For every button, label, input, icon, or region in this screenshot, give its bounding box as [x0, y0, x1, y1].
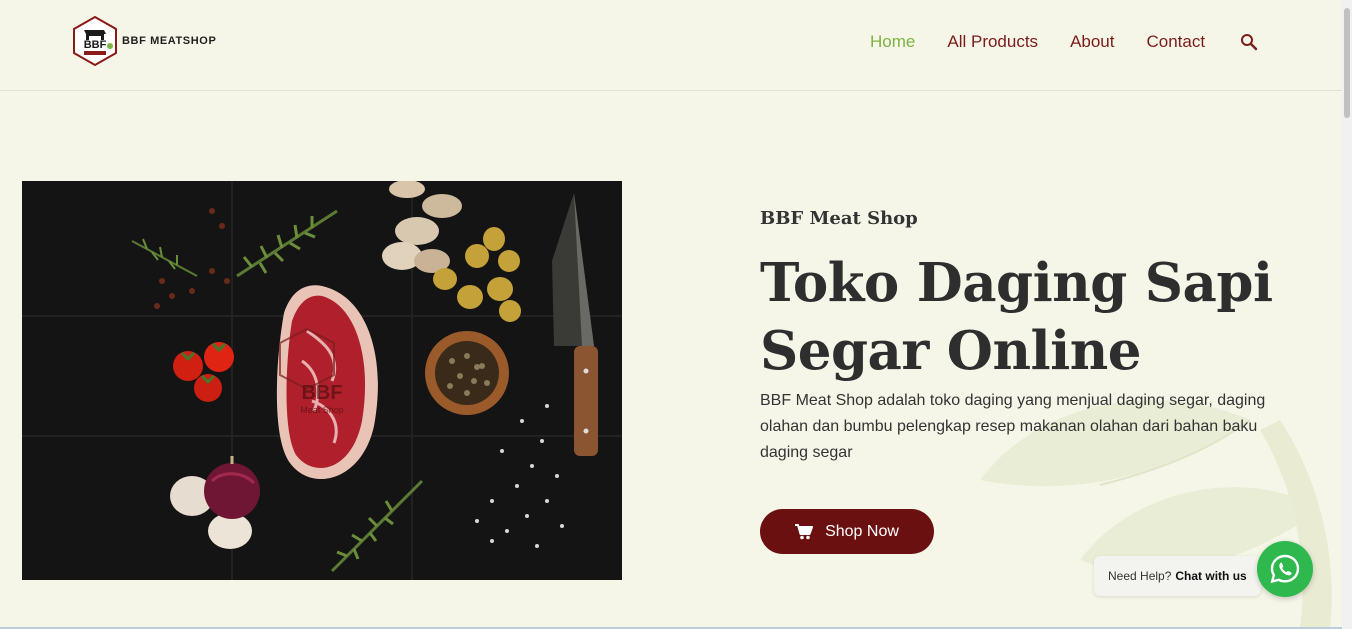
- whatsapp-icon: [1270, 554, 1300, 584]
- nav-all-products[interactable]: All Products: [947, 32, 1038, 52]
- chat-help-action: Chat with us: [1175, 569, 1247, 583]
- hero-description: BBF Meat Shop adalah toko daging yang me…: [760, 392, 1266, 461]
- chat-help-prefix: Need Help?: [1108, 569, 1172, 583]
- hero-title: Toko Daging Sapi Segar Online: [760, 252, 1273, 382]
- shop-now-button[interactable]: Shop Now: [760, 509, 934, 554]
- cart-icon: [795, 523, 814, 539]
- logo-badge-icon: BBF: [73, 16, 117, 66]
- site-header: BBF BBF MEATSHOP Home All Products About…: [0, 0, 1342, 91]
- search-icon[interactable]: [1239, 32, 1259, 52]
- hero-eyebrow: BBF Meat Shop: [760, 208, 918, 229]
- nav-about[interactable]: About: [1070, 32, 1114, 52]
- nav-home[interactable]: Home: [870, 32, 915, 52]
- whatsapp-chat-button[interactable]: [1257, 541, 1313, 597]
- nav-contact[interactable]: Contact: [1147, 32, 1206, 52]
- hero-image: BBF Meat Shop: [22, 181, 622, 580]
- scrollbar[interactable]: [1342, 0, 1352, 629]
- chat-help-tooltip[interactable]: Need Help? Chat with us: [1094, 556, 1261, 596]
- logo[interactable]: BBF BBF MEATSHOP: [72, 16, 216, 66]
- main-nav: Home All Products About Contact: [870, 32, 1259, 52]
- svg-text:BBF: BBF: [301, 382, 342, 404]
- svg-text:BBF: BBF: [84, 39, 107, 51]
- scrollbar-thumb[interactable]: [1344, 8, 1350, 118]
- svg-text:Meat Shop: Meat Shop: [300, 405, 344, 415]
- shop-now-label: Shop Now: [825, 522, 899, 540]
- pepper-bowl: [425, 331, 509, 415]
- logo-text: BBF MEATSHOP: [122, 35, 217, 47]
